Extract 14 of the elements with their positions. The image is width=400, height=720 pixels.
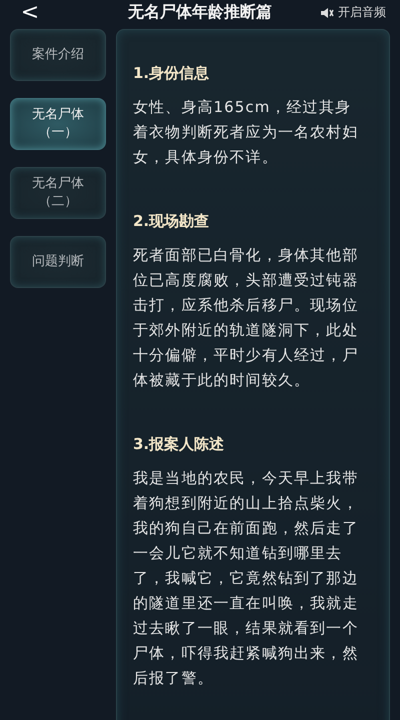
page-title: 无名尸体年龄推断篇 xyxy=(126,2,273,23)
back-button[interactable]: < xyxy=(20,0,40,25)
section-heading: 1.身份信息 xyxy=(133,64,210,83)
sidebar-tab[interactable]: 案件介绍 xyxy=(10,29,106,81)
section-heading: 3.报案人陈述 xyxy=(133,435,226,454)
section-text: 死者面部已白骨化，身体其他部位已高度腐败，头部遭受过钝器击打，应系他杀后移尸。现场位于郊外附近的轨道隧洞下，此处十分偏僻，平时少有人经过，尸体被藏于此的时间较久。 xyxy=(133,245,360,391)
sidebar-tab[interactable]: 无名尸体（一） xyxy=(10,98,106,150)
audio-toggle[interactable]: 开启音频 xyxy=(320,4,386,21)
sidebar-tab[interactable]: 问题判断 xyxy=(10,236,106,288)
sidebar-tab[interactable]: 无名尸体（二） xyxy=(10,167,106,219)
section-text: 我是当地的农民，今天早上我带着狗想到附近的山上拾点柴火，我的狗自己在前面跑，然后走了一会儿它就不知道钻到哪里去了，我喊它，它竟然钻到了那边的隧道里还一直在叫唤，我就走过去瞅了一眼，结果就看到一个尸体，吓得我赶紧喊狗出来，然后报了警。 xyxy=(133,468,360,689)
section-text: 女性、身高165cm，经过其身着衣物判断死者应为一名农村妇女，具体身份不详。 xyxy=(133,97,360,168)
speaker-muted-icon xyxy=(320,6,334,18)
section-heading: 2.现场勘查 xyxy=(133,212,210,231)
